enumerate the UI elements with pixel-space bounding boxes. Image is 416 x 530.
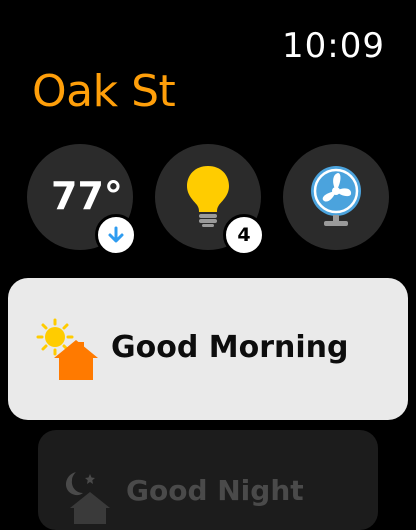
- lightbulb-icon: [187, 166, 229, 227]
- accessory-tiles: 77° 4: [27, 144, 389, 256]
- thermostat-tile[interactable]: 77°: [27, 144, 137, 256]
- status-time: 10:09: [282, 26, 385, 66]
- lights-tile[interactable]: 4: [155, 144, 265, 256]
- fan-icon: [311, 166, 361, 226]
- arrow-down-icon: [106, 225, 126, 245]
- fan-tile[interactable]: [283, 144, 389, 250]
- scene-label-dim: Good Night: [126, 474, 304, 507]
- home-title[interactable]: Oak St: [32, 66, 176, 117]
- moon-house-icon: [66, 472, 110, 524]
- cooling-badge: [95, 214, 137, 256]
- lights-count-badge: 4: [223, 214, 265, 256]
- scene-good-night[interactable]: Good Night: [38, 430, 378, 530]
- scene-label: Good Morning: [111, 330, 349, 365]
- sun-house-icon: [36, 318, 98, 380]
- temperature-value: 77°: [51, 174, 123, 218]
- scene-good-morning[interactable]: Good Morning: [8, 278, 408, 420]
